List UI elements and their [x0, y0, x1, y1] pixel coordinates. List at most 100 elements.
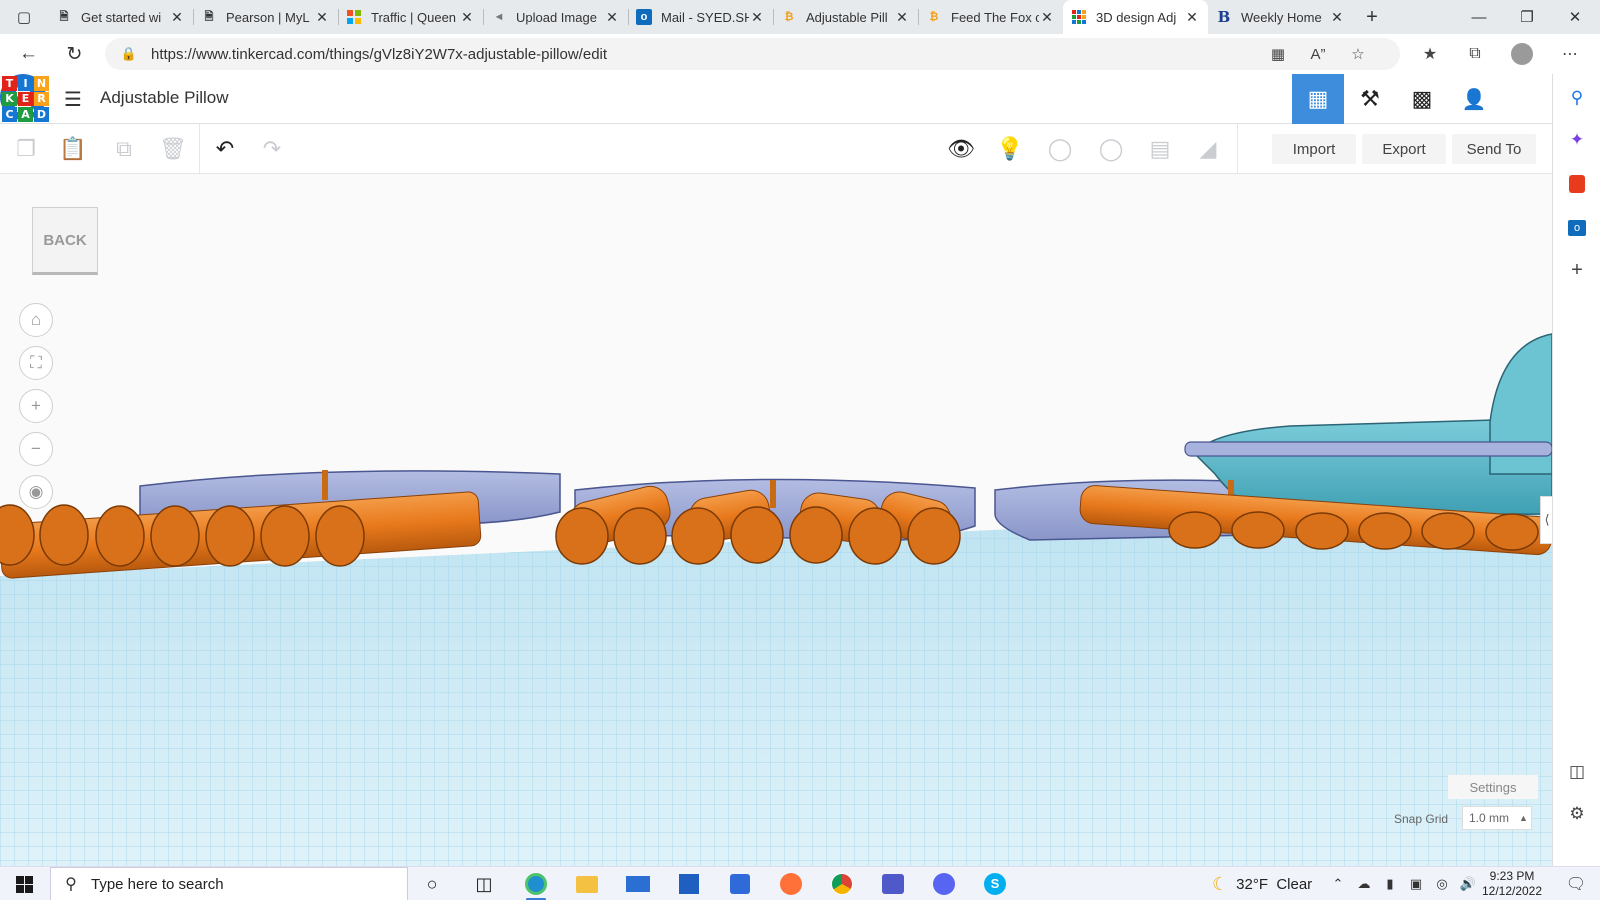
browser-tab[interactable]: o Mail - SYED.SH ✕ — [628, 0, 773, 34]
windows-start-icon[interactable] — [0, 867, 48, 900]
app-available-icon[interactable]: ▦ — [1261, 38, 1295, 70]
code-app-icon[interactable] — [716, 867, 764, 900]
close-icon[interactable]: ✕ — [459, 9, 475, 26]
ungroup-icon[interactable]: ◯ — [1089, 124, 1133, 174]
browser-tab[interactable]: 🗎 Pearson | MyL ✕ — [193, 0, 338, 34]
browser-tab[interactable]: B Weekly Home ✕ — [1208, 0, 1353, 34]
device-icon[interactable]: ▣ — [1403, 876, 1429, 892]
favorites-icon[interactable]: ★ — [1410, 34, 1450, 74]
minimize-button[interactable]: — — [1456, 0, 1502, 34]
restore-button[interactable]: ❐ — [1504, 0, 1550, 34]
zoom-out-icon[interactable]: − — [19, 432, 53, 466]
close-icon[interactable]: ✕ — [169, 9, 185, 26]
browser-tab[interactable]: Traffic | Queen ✕ — [338, 0, 483, 34]
refresh-icon[interactable]: ↻ — [52, 34, 97, 74]
bricks-button[interactable]: ▩ — [1396, 74, 1448, 124]
send-to-button[interactable]: Send To — [1452, 134, 1536, 164]
close-icon[interactable]: ✕ — [1329, 9, 1345, 26]
duplicate-icon[interactable]: ⧉ — [102, 124, 146, 174]
gear-icon[interactable]: ⚙ — [1553, 798, 1600, 830]
discover-icon[interactable]: ✦ — [1553, 124, 1600, 156]
more-menu-icon[interactable]: ⋯ — [1550, 34, 1590, 74]
align-icon[interactable]: ▤ — [1138, 124, 1182, 174]
paste-icon[interactable]: 📋 — [51, 124, 95, 174]
browser-tab[interactable]: 🗎 Get started wi ✕ — [48, 0, 193, 34]
copy-icon[interactable]: ❐ — [4, 124, 48, 174]
mail-icon[interactable] — [614, 867, 662, 900]
split-screen-icon[interactable]: ◫ — [1553, 756, 1600, 788]
3d-design-view-button[interactable]: ▦ — [1292, 74, 1344, 124]
battery-icon[interactable]: ▮ — [1377, 876, 1403, 892]
teams-icon[interactable] — [869, 867, 917, 900]
design-list-icon[interactable]: ☰ — [60, 86, 86, 112]
firefox-icon[interactable] — [767, 867, 815, 900]
profile-icon[interactable] — [1502, 34, 1542, 74]
new-tab-button[interactable]: + — [1353, 0, 1391, 34]
fit-view-icon[interactable]: ⛶ — [19, 346, 53, 380]
task-view-icon[interactable]: ◫ — [460, 867, 508, 900]
3d-scene[interactable] — [0, 174, 1552, 866]
cortana-icon[interactable]: ○ — [408, 867, 456, 900]
home-view-icon[interactable]: ⌂ — [19, 303, 53, 337]
mirror-icon[interactable]: ◢ — [1186, 124, 1230, 174]
notes-visibility-icon[interactable]: 👁 — [939, 124, 983, 174]
weather-widget[interactable]: ☾ 32°F Clear — [1212, 867, 1312, 900]
close-icon[interactable]: ✕ — [604, 9, 620, 26]
close-icon[interactable]: ✕ — [1039, 9, 1055, 26]
collections-icon[interactable]: ⧉ — [1455, 34, 1495, 74]
cloud-icon[interactable]: ☁ — [1351, 876, 1377, 892]
group-icon[interactable]: ◯ — [1038, 124, 1082, 174]
discord-icon[interactable] — [920, 867, 968, 900]
browser-tab[interactable]: ₿ Feed The Fox c ✕ — [918, 0, 1063, 34]
close-icon[interactable]: ✕ — [749, 9, 765, 26]
close-window-button[interactable]: ✕ — [1552, 0, 1598, 34]
store-icon[interactable] — [665, 867, 713, 900]
chevron-up-icon[interactable]: ⌃ — [1325, 876, 1351, 892]
add-favorite-icon[interactable]: ☆ — [1341, 38, 1375, 70]
snap-grid-select[interactable]: 1.0 mm ▲ — [1462, 806, 1532, 830]
pillow-group-right[interactable] — [994, 333, 1552, 556]
add-icon[interactable]: + — [1553, 254, 1600, 286]
browser-tab[interactable]: ◄ Upload Image ✕ — [483, 0, 628, 34]
export-button[interactable]: Export — [1362, 134, 1446, 164]
skype-icon[interactable]: S — [971, 867, 1019, 900]
file-explorer-icon[interactable] — [563, 867, 611, 900]
blocks-pickaxe-button[interactable]: ⚒ — [1344, 74, 1396, 124]
workplane-viewport[interactable]: BACK ⌂ ⛶ + − ◉ ⟨ Settings Snap Grid 1.0 … — [0, 174, 1552, 866]
browser-tab-active[interactable]: 3D design Adj ✕ — [1063, 0, 1208, 34]
read-aloud-icon[interactable]: A” — [1301, 38, 1335, 70]
browser-tab[interactable]: ₿ Adjustable Pill ✕ — [773, 0, 918, 34]
perspective-icon[interactable]: ◉ — [19, 475, 53, 509]
clock[interactable]: 9:23 PM 12/12/2022 — [1470, 869, 1554, 899]
back-arrow-icon[interactable]: ← — [6, 34, 51, 74]
back-view-cube[interactable]: BACK — [32, 207, 98, 275]
pillow-group-center[interactable] — [555, 478, 976, 565]
zoom-in-icon[interactable]: + — [19, 389, 53, 423]
invite-user-icon[interactable]: 👤 — [1448, 74, 1500, 124]
undo-icon[interactable]: ↶ — [203, 124, 247, 174]
close-icon[interactable]: ✕ — [1184, 9, 1200, 26]
caret-up-icon: ▲ — [1519, 813, 1528, 823]
design-title[interactable]: Adjustable Pillow — [100, 88, 229, 108]
outlook-icon[interactable]: o — [1553, 212, 1600, 244]
redo-icon[interactable]: ↷ — [250, 124, 294, 174]
wifi-icon[interactable]: ◎ — [1429, 876, 1455, 892]
collapse-panel-chevron-icon[interactable]: ⟨ — [1540, 496, 1552, 544]
close-icon[interactable]: ✕ — [894, 9, 910, 26]
close-icon[interactable]: ✕ — [314, 9, 330, 26]
import-button[interactable]: Import — [1272, 134, 1356, 164]
lightbulb-icon[interactable]: 💡 — [988, 124, 1032, 174]
trash-icon[interactable]: 🗑 — [151, 124, 195, 174]
tinkercad-logo[interactable]: T I N K E R C A D — [2, 76, 49, 122]
edge-taskbar-icon[interactable] — [512, 867, 560, 900]
taskbar-search-input[interactable]: ⚲ Type here to search — [50, 867, 408, 900]
url-field[interactable]: 🔒 https://www.tinkercad.com/things/gVlz8… — [105, 38, 1400, 70]
notification-icon[interactable]: 🗨 — [1556, 867, 1596, 900]
chrome-icon[interactable] — [818, 867, 866, 900]
search-icon[interactable]: ⚲ — [1553, 82, 1600, 114]
snap-grid-value: 1.0 mm — [1469, 811, 1510, 825]
settings-button[interactable]: Settings — [1448, 775, 1538, 799]
office-icon[interactable] — [1553, 168, 1600, 200]
lock-icon[interactable]: 🔒 — [105, 46, 139, 62]
tab-actions-icon[interactable]: ▢ — [0, 0, 48, 34]
